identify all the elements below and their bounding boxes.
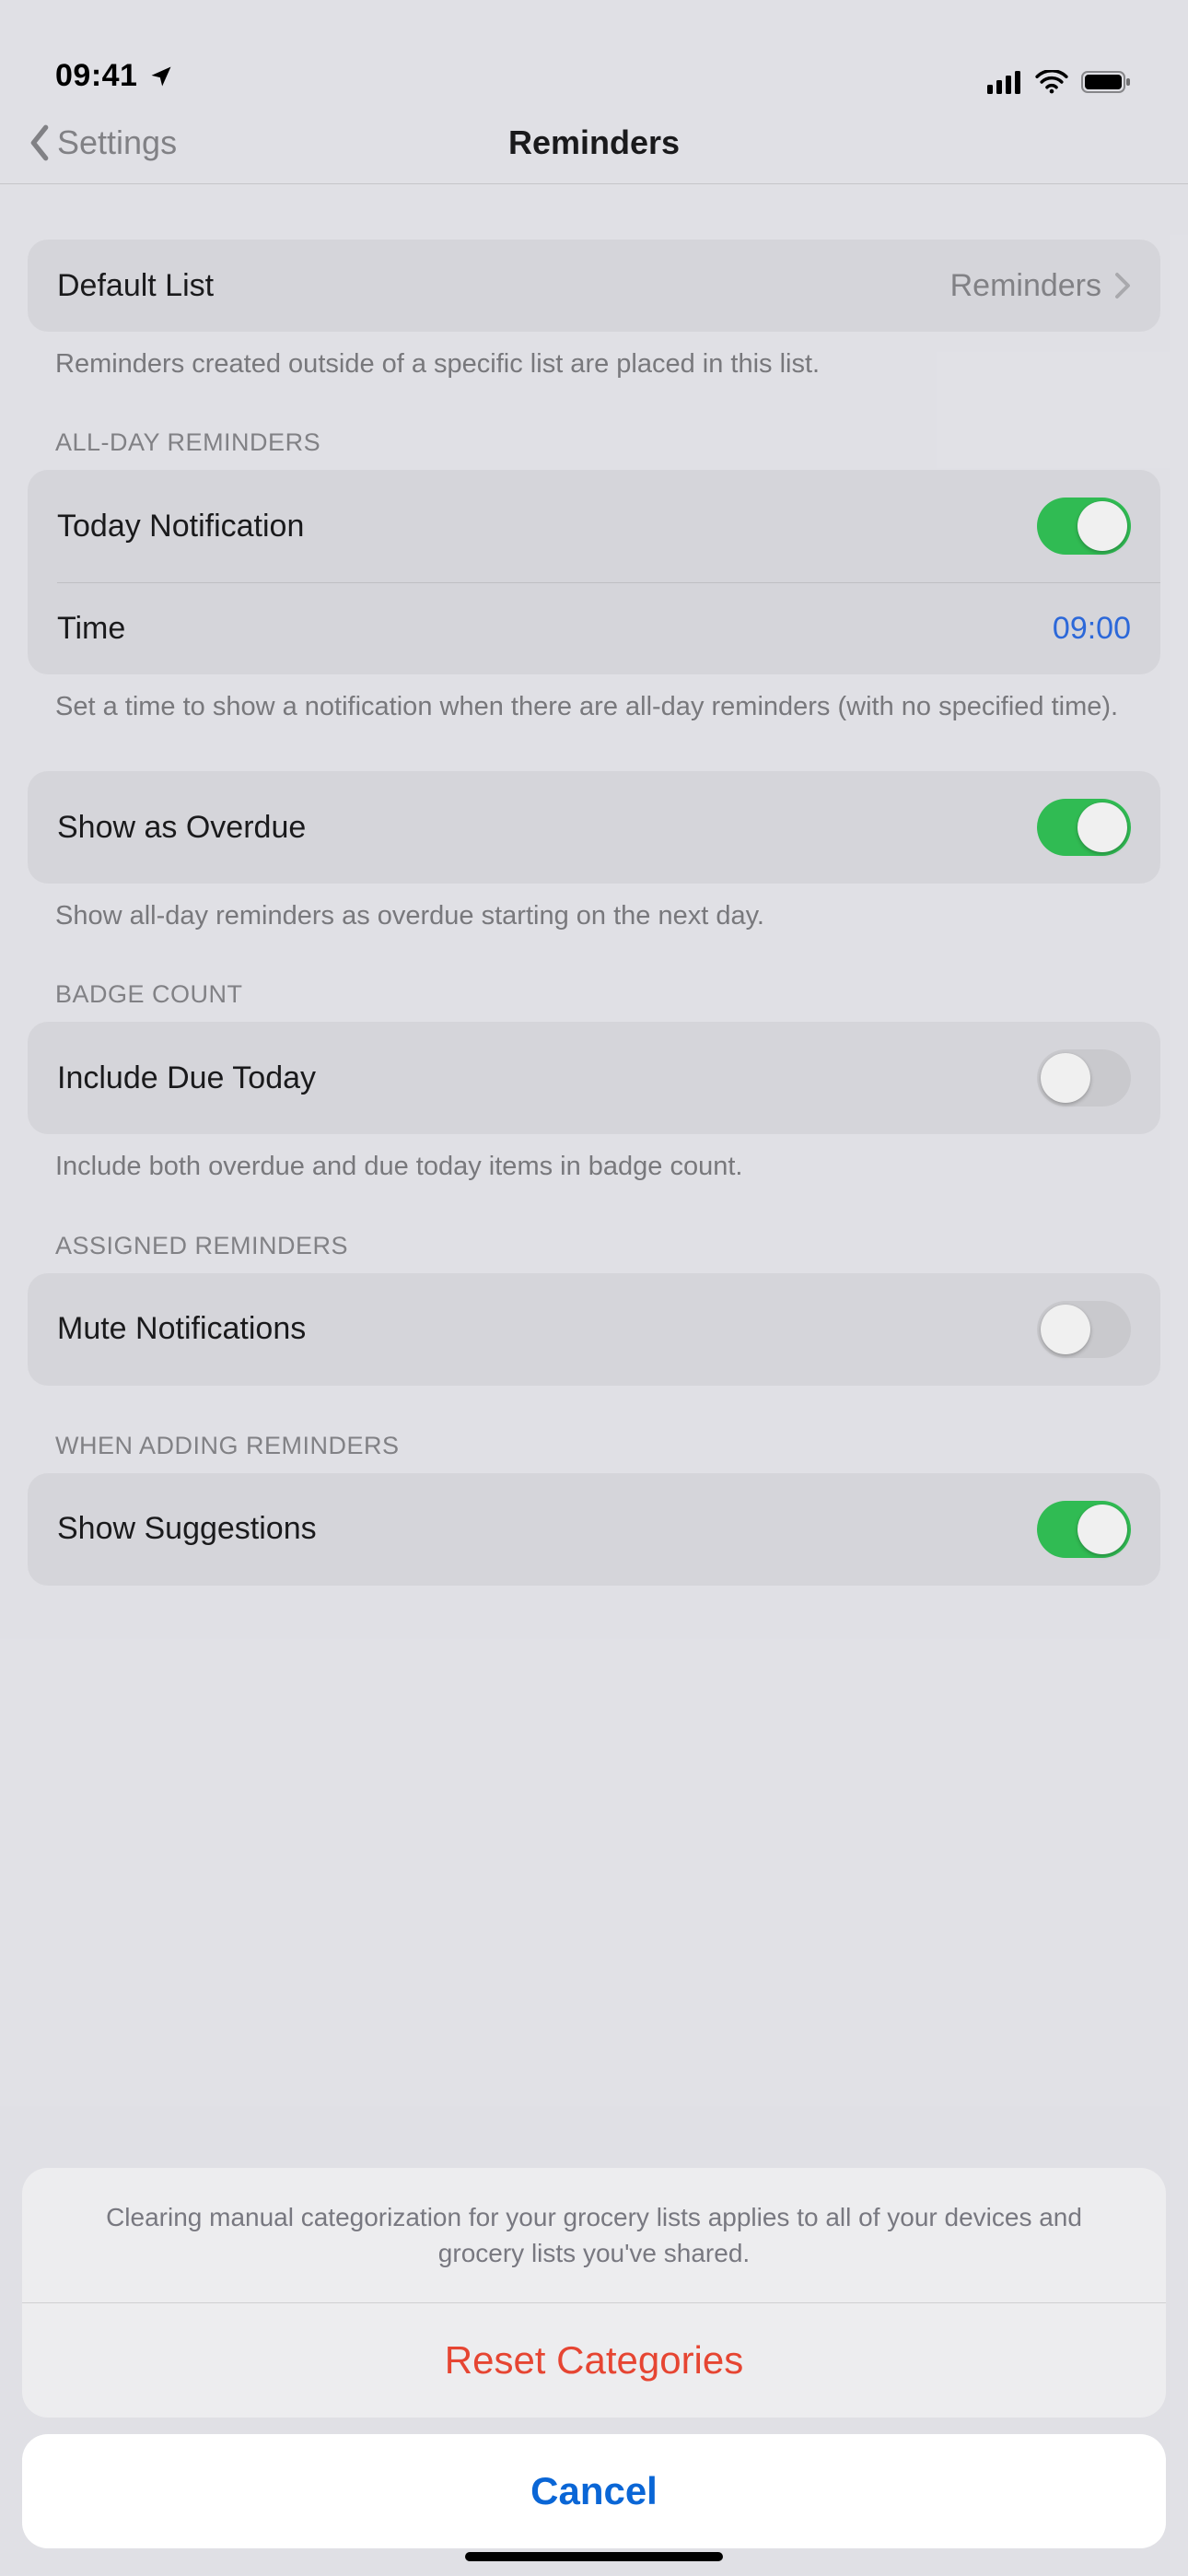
cancel-button[interactable]: Cancel xyxy=(22,2434,1166,2548)
overdue-footer: Show all-day reminders as overdue starti… xyxy=(28,884,1160,934)
action-sheet-message: Clearing manual categorization for your … xyxy=(22,2168,1166,2302)
chevron-right-icon xyxy=(1114,272,1131,299)
today-notification-row: Today Notification xyxy=(28,470,1160,582)
home-indicator[interactable] xyxy=(465,2552,723,2561)
nav-bar: Settings Reminders xyxy=(0,101,1188,184)
page-title: Reminders xyxy=(0,123,1188,162)
today-notification-label: Today Notification xyxy=(57,509,304,544)
default-list-footer: Reminders created outside of a specific … xyxy=(28,332,1160,382)
all-day-footer: Set a time to show a notification when t… xyxy=(28,674,1160,725)
default-list-label: Default List xyxy=(57,268,214,304)
default-list-row[interactable]: Default List Reminders xyxy=(28,240,1160,332)
time-value: 09:00 xyxy=(1053,611,1131,647)
status-bar: 09:41 xyxy=(0,0,1188,101)
reset-categories-button[interactable]: Reset Categories xyxy=(22,2303,1166,2418)
all-day-header: ALL-DAY REMINDERS xyxy=(28,428,1160,470)
default-list-value: Reminders xyxy=(950,268,1101,304)
assigned-reminders-header: ASSIGNED REMINDERS xyxy=(28,1232,1160,1273)
show-suggestions-label: Show Suggestions xyxy=(57,1511,317,1547)
show-as-overdue-label: Show as Overdue xyxy=(57,810,306,846)
show-suggestions-row: Show Suggestions xyxy=(28,1473,1160,1586)
back-button[interactable]: Settings xyxy=(28,123,177,162)
mute-notifications-row: Mute Notifications xyxy=(28,1273,1160,1386)
show-suggestions-toggle[interactable] xyxy=(1037,1501,1131,1558)
action-sheet: Clearing manual categorization for your … xyxy=(22,2168,1166,2548)
include-due-today-row: Include Due Today xyxy=(28,1022,1160,1134)
wifi-icon xyxy=(1035,70,1068,94)
today-notification-toggle[interactable] xyxy=(1037,498,1131,555)
mute-notifications-toggle[interactable] xyxy=(1037,1301,1131,1358)
show-as-overdue-toggle[interactable] xyxy=(1037,799,1131,856)
when-adding-header: WHEN ADDING REMINDERS xyxy=(28,1432,1160,1473)
time-row[interactable]: Time 09:00 xyxy=(57,582,1160,674)
battery-icon xyxy=(1081,70,1133,94)
mute-notifications-label: Mute Notifications xyxy=(57,1311,306,1347)
badge-count-header: BADGE COUNT xyxy=(28,980,1160,1022)
status-time: 09:41 xyxy=(55,58,137,94)
location-arrow-icon xyxy=(148,64,174,89)
chevron-left-icon xyxy=(28,124,52,161)
back-label: Settings xyxy=(57,123,177,162)
badge-footer: Include both overdue and due today items… xyxy=(28,1134,1160,1185)
include-due-today-label: Include Due Today xyxy=(57,1060,316,1096)
include-due-today-toggle[interactable] xyxy=(1037,1049,1131,1107)
cellular-icon xyxy=(987,70,1022,94)
time-label: Time xyxy=(57,611,125,647)
show-as-overdue-row: Show as Overdue xyxy=(28,771,1160,884)
